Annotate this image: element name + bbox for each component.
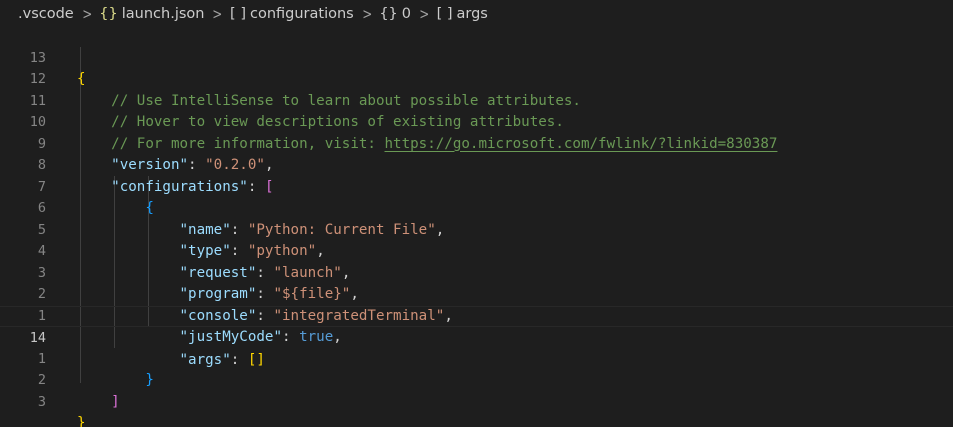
- array-icon: [ ]: [230, 6, 246, 22]
- code-line[interactable]: 3 }: [0, 370, 953, 427]
- line-number: 3: [37, 393, 46, 410]
- code-line[interactable]: 8 "configurations": [: [0, 134, 953, 195]
- breadcrumb-label: configurations: [249, 6, 354, 22]
- object-icon: {}: [379, 6, 398, 22]
- array-icon: [ ]: [436, 6, 453, 22]
- code-line[interactable]: 5 "type": "python",: [0, 198, 953, 260]
- line-content: }: [77, 413, 86, 427]
- breadcrumb: .vscode > {} launch.json > [ ] configura…: [0, 0, 953, 28]
- line-content: ]: [77, 392, 120, 414]
- code-line[interactable]: 11 // Hover to view descriptions of exis…: [0, 69, 953, 131]
- code-line-current[interactable]: 14 "args": []: [0, 305, 953, 368]
- breadcrumb-item-0[interactable]: {} 0: [379, 6, 411, 22]
- breadcrumb-label: .vscode: [18, 6, 74, 22]
- code-editor[interactable]: 13 { 12 // Use IntelliSense to learn abo…: [0, 26, 953, 427]
- json-file-icon: {}: [99, 6, 118, 22]
- chevron-right-icon: >: [361, 5, 373, 23]
- chevron-right-icon: >: [81, 5, 93, 23]
- code-line[interactable]: 2 "console": "integratedTerminal",: [0, 263, 953, 324]
- code-line[interactable]: 4 "request": "launch",: [0, 220, 953, 281]
- breadcrumb-label: args: [456, 6, 488, 22]
- breadcrumb-label: launch.json: [121, 6, 205, 22]
- chevron-right-icon: >: [212, 5, 223, 23]
- code-line[interactable]: 1 }: [0, 327, 953, 389]
- close-bracket: ]: [111, 393, 120, 410]
- code-line[interactable]: 1 "justMyCode": true,: [0, 284, 953, 346]
- breadcrumb-item-launch-json[interactable]: {} launch.json: [99, 6, 204, 22]
- code-line[interactable]: 6 "name": "Python: Current File",: [0, 177, 953, 238]
- code-line[interactable]: 7 {: [0, 155, 953, 217]
- code-line[interactable]: 3 "program": "${file}",: [0, 241, 953, 303]
- code-line[interactable]: 12 // Use IntelliSense to learn about po…: [0, 48, 953, 109]
- breadcrumb-item-args[interactable]: [ ] args: [437, 6, 488, 22]
- code-line[interactable]: 10 // For more information, visit: https…: [0, 91, 953, 152]
- breadcrumb-label: 0: [401, 6, 411, 22]
- code-line[interactable]: 9 "version": "0.2.0",: [0, 112, 953, 174]
- code-line[interactable]: 2 ]: [0, 349, 953, 410]
- breadcrumb-item-vscode[interactable]: .vscode: [18, 6, 74, 22]
- code-line[interactable]: 13 {: [0, 26, 953, 88]
- chevron-right-icon: >: [419, 5, 430, 23]
- close-brace: }: [77, 415, 86, 427]
- breadcrumb-item-configurations[interactable]: [ ] configurations: [230, 6, 354, 22]
